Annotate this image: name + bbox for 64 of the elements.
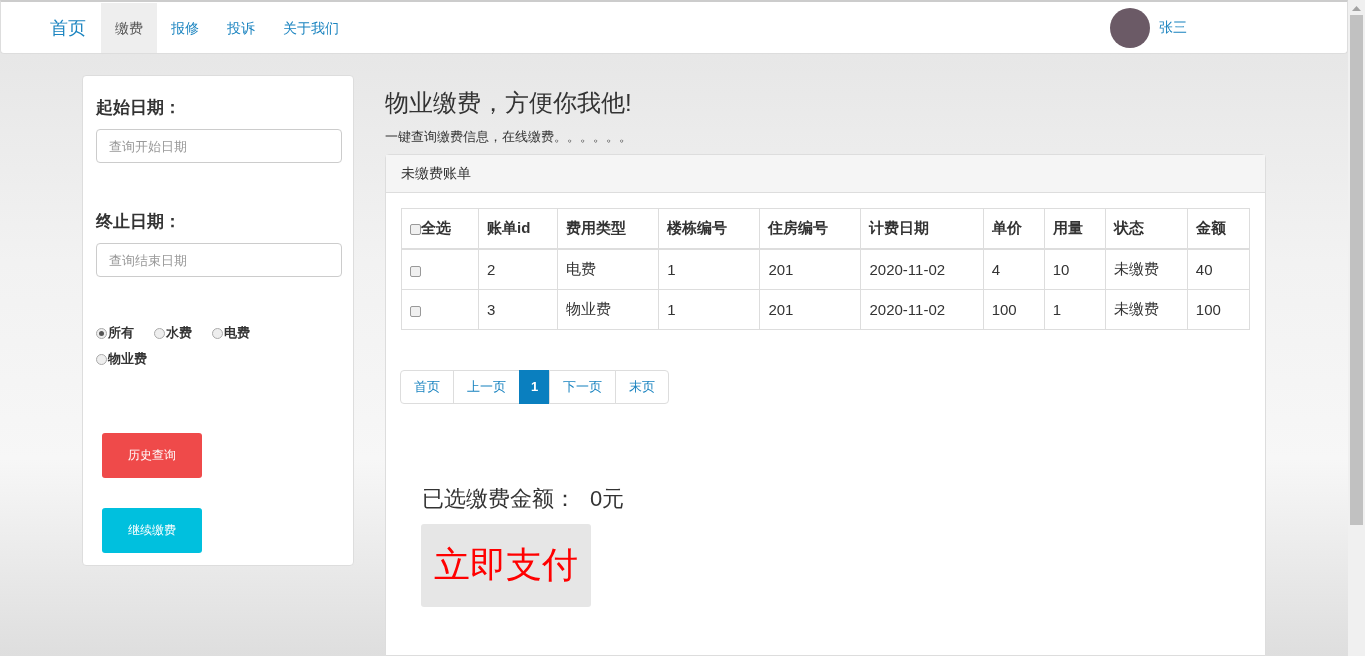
table-cell: 3 <box>478 289 558 330</box>
page-link[interactable]: 上一页 <box>453 370 520 404</box>
column-header: 单价 <box>983 208 1045 249</box>
user-name-link[interactable]: 张三 <box>1159 18 1187 37</box>
table-cell: 1 <box>658 249 760 290</box>
radio-label: 电费 <box>224 324 250 343</box>
history-button[interactable]: 历史查询 <box>102 433 202 479</box>
table-cell: 物业费 <box>557 289 659 330</box>
page-link[interactable]: 1 <box>519 370 551 404</box>
column-header: 楼栋编号 <box>658 208 760 249</box>
table-cell: 2020-11-02 <box>861 289 984 330</box>
row-checkbox[interactable] <box>410 305 421 317</box>
table-cell: 未缴费 <box>1105 249 1188 290</box>
nav-tab[interactable]: 投诉 <box>213 2 269 53</box>
total-label: 已选缴费金额： <box>422 485 576 513</box>
scrollbar-thumb[interactable] <box>1350 15 1363 525</box>
table-cell: 201 <box>759 249 861 290</box>
radio-label: 物业费 <box>108 350 147 369</box>
row-checkbox[interactable] <box>410 265 421 277</box>
radio-label: 所有 <box>108 324 134 343</box>
start-date-field[interactable]: 查询开始日期 <box>96 129 342 164</box>
table-cell: 电费 <box>557 249 659 290</box>
radio-button[interactable] <box>212 327 223 339</box>
avatar <box>1110 7 1150 48</box>
nav-tab[interactable]: 缴费 <box>101 2 157 53</box>
column-header: 状态 <box>1105 208 1188 249</box>
table-cell: 1 <box>1044 289 1106 330</box>
page-link[interactable]: 末页 <box>615 370 670 404</box>
page-link[interactable]: 首页 <box>400 370 454 404</box>
table-cell: 2020-11-02 <box>861 249 984 290</box>
total-amount: 0元 <box>590 485 625 513</box>
end-date-label: 终止日期： <box>96 211 182 234</box>
column-header: 金额 <box>1187 208 1250 249</box>
table-cell: 2 <box>478 249 558 290</box>
radio-label: 水费 <box>166 324 192 343</box>
table-cell: 40 <box>1187 249 1250 290</box>
column-header: 用量 <box>1044 208 1106 249</box>
table-cell: 1 <box>658 289 760 330</box>
table-cell: 201 <box>759 289 861 330</box>
table-cell: 100 <box>983 289 1045 330</box>
page-subtitle: 一键查询缴费信息，在线缴费。。。。。。 <box>385 128 633 146</box>
table-cell: 100 <box>1187 289 1250 330</box>
brand-link[interactable]: 首页 <box>50 15 86 40</box>
column-header: 计费日期 <box>861 208 984 249</box>
page-title: 物业缴费，方便你我他! <box>385 89 633 118</box>
start-date-label: 起始日期： <box>96 97 182 120</box>
nav-tab[interactable]: 报修 <box>157 2 213 53</box>
scroll-up-icon[interactable] <box>1352 6 1361 11</box>
pay-button[interactable]: 立即支付 <box>421 524 591 607</box>
column-header: 费用类型 <box>557 208 659 249</box>
table-cell: 4 <box>983 249 1045 290</box>
nav-tab[interactable]: 关于我们 <box>269 2 353 53</box>
page-link[interactable]: 下一页 <box>549 370 617 404</box>
table-cell: 10 <box>1044 249 1106 290</box>
radio-button[interactable] <box>96 327 107 339</box>
table-cell: 未缴费 <box>1105 289 1188 330</box>
radio-button[interactable] <box>96 353 107 365</box>
panel-heading: 未缴费账单 <box>386 155 1265 193</box>
select-all-checkbox[interactable] <box>410 223 421 235</box>
end-date-field[interactable]: 查询结束日期 <box>96 243 342 278</box>
column-header: 住房编号 <box>759 208 861 249</box>
radio-button[interactable] <box>154 327 165 339</box>
select-all-label: 全选 <box>421 219 451 236</box>
column-header: 账单id <box>478 208 558 249</box>
